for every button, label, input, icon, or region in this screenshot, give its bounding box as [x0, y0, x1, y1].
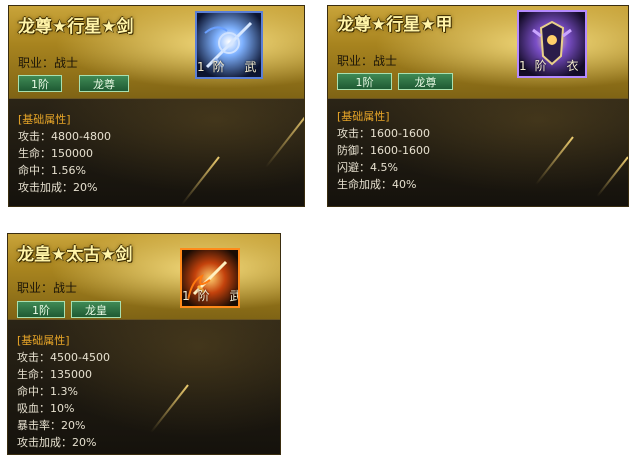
item-title: 龙尊★行星★甲 — [337, 15, 453, 35]
stats-header: [基础属性] — [17, 334, 70, 347]
rank-badge: 龙尊 — [79, 75, 129, 92]
job-line: 职业：战士 — [337, 52, 397, 69]
stat-line: 生命加成：40% — [337, 178, 417, 191]
rank-badge: 龙尊 — [398, 73, 453, 90]
icon-level: 1阶 — [519, 59, 555, 73]
stats-header: [基础属性] — [337, 110, 390, 123]
stat-line: 命中：1.56% — [18, 164, 86, 177]
icon-caption: 1阶 武 — [197, 58, 261, 75]
item-tooltip-card: 龙皇★太古★剑 职业：战士 1阶 龙皇 1阶 武 [基础属性] 攻击：4500-… — [7, 233, 281, 455]
stats-header: [基础属性] — [18, 113, 71, 126]
job-line: 职业：战士 — [18, 54, 78, 71]
icon-type: 武 — [244, 60, 263, 74]
item-title: 龙尊★行星★剑 — [18, 17, 134, 37]
item-icon-frame: 1阶 衣 — [517, 10, 587, 78]
icon-level: 1阶 — [182, 289, 218, 303]
stats-block: [基础属性] 攻击：4800-4800 生命：150000 命中：1.56% 攻… — [18, 111, 111, 196]
stat-line: 吸血：10% — [17, 402, 75, 415]
stat-line: 闪避：4.5% — [337, 161, 398, 174]
job-value: 战士 — [53, 281, 78, 295]
stat-line: 命中：1.3% — [17, 385, 78, 398]
job-value: 战士 — [54, 56, 79, 70]
item-title: 龙皇★太古★剑 — [17, 245, 133, 265]
icon-type: 衣 — [566, 59, 587, 73]
icon-type: 武 — [229, 289, 238, 303]
job-label: 职业： — [18, 56, 55, 70]
stat-line: 生命：150000 — [18, 147, 93, 160]
stat-line: 生命：135000 — [17, 368, 92, 381]
level-badge: 1阶 — [337, 73, 392, 90]
job-value: 战士 — [373, 54, 398, 68]
item-icon-frame: 1阶 武 — [180, 248, 240, 308]
item-icon-frame: 1阶 武 — [195, 11, 263, 79]
icon-level: 1阶 — [197, 60, 233, 74]
stat-line: 攻击：4500-4500 — [17, 351, 110, 364]
rank-badge: 龙皇 — [71, 301, 121, 318]
job-line: 职业：战士 — [17, 279, 77, 296]
stat-line: 攻击：4800-4800 — [18, 130, 111, 143]
stat-line: 攻击：1600-1600 — [337, 127, 430, 140]
item-tooltip-card: 龙尊★行星★甲 职业：战士 1阶 龙尊 1阶 衣 [基础属性] 攻击：1600-… — [327, 5, 629, 207]
level-badge: 1阶 — [18, 75, 62, 92]
stats-block: [基础属性] 攻击：1600-1600 防御：1600-1600 闪避：4.5%… — [337, 108, 430, 193]
icon-caption: 1阶 衣 — [519, 57, 585, 74]
level-badge: 1阶 — [17, 301, 65, 318]
job-label: 职业： — [337, 54, 374, 68]
icon-caption: 1阶 武 — [182, 287, 238, 304]
stat-line: 攻击加成：20% — [17, 436, 97, 449]
stat-line: 攻击加成：20% — [18, 181, 98, 194]
job-label: 职业： — [17, 281, 54, 295]
stat-line: 暴击率：20% — [17, 419, 86, 432]
item-tooltip-card: 龙尊★行星★剑 职业：战士 1阶 龙尊 1阶 武 [基础属性] 攻击：4800-… — [8, 5, 305, 207]
stat-line: 防御：1600-1600 — [337, 144, 430, 157]
stats-block: [基础属性] 攻击：4500-4500 生命：135000 命中：1.3% 吸血… — [17, 332, 110, 451]
